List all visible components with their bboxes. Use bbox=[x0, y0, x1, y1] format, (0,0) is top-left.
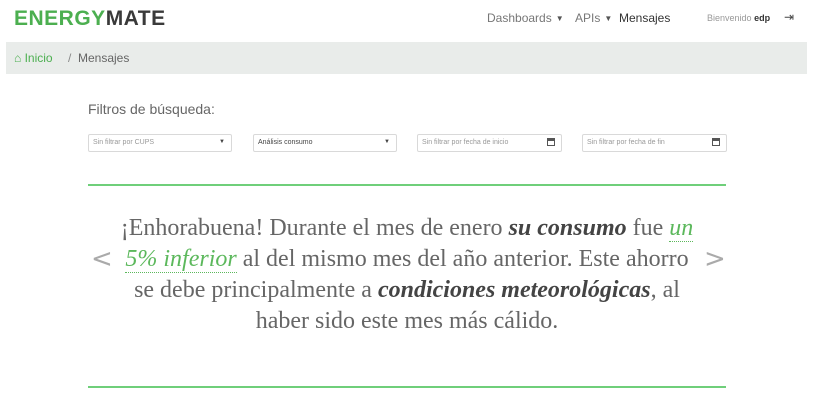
cups-select[interactable]: Sin filtrar por CUPS ▼ bbox=[88, 134, 232, 152]
nav-dashboards-label: Dashboards bbox=[487, 11, 552, 25]
caret-down-icon: ▼ bbox=[604, 14, 613, 23]
filters-title: Filtros de búsqueda: bbox=[88, 101, 215, 117]
welcome-label: Bienvenido bbox=[707, 13, 752, 23]
end-date-placeholder: Sin filtrar por fecha de fin bbox=[587, 139, 665, 146]
start-date-placeholder: Sin filtrar por fecha de inicio bbox=[422, 139, 509, 146]
brand-part-mate: MATE bbox=[105, 7, 166, 30]
brand-logo[interactable]: ENERGYMATE bbox=[14, 7, 166, 31]
message-bold-consumption: su consumo bbox=[508, 215, 627, 241]
message-bottom-divider bbox=[88, 386, 726, 388]
carousel-prev-arrow[interactable]: < bbox=[91, 244, 113, 274]
analysis-select[interactable]: Análisis consumo ▼ bbox=[253, 134, 397, 152]
nav-apis-menu[interactable]: APIs ▼ bbox=[575, 11, 612, 25]
breadcrumb-home-link[interactable]: ⌂ Inicio bbox=[14, 51, 53, 65]
breadcrumb-home-label: Inicio bbox=[24, 51, 53, 65]
home-icon: ⌂ bbox=[14, 51, 22, 65]
start-date-input[interactable]: Sin filtrar por fecha de inicio bbox=[417, 134, 562, 152]
caret-down-icon: ▼ bbox=[384, 139, 390, 145]
breadcrumb-separator: / bbox=[68, 51, 72, 65]
caret-down-icon: ▼ bbox=[555, 14, 564, 23]
breadcrumb: ⌂ Inicio / Mensajes bbox=[6, 42, 807, 74]
logout-icon[interactable]: ⇥ bbox=[784, 10, 794, 24]
message-top-divider bbox=[88, 184, 726, 186]
nav-apis-label: APIs bbox=[575, 11, 601, 25]
message-bold-reason: condiciones meteorológicas bbox=[377, 277, 651, 303]
nav-dashboards-menu[interactable]: Dashboards ▼ bbox=[487, 11, 564, 25]
breadcrumb-current: Mensajes bbox=[78, 51, 130, 65]
calendar-icon[interactable] bbox=[547, 138, 555, 146]
carousel-next-arrow[interactable]: > bbox=[704, 244, 726, 274]
analysis-select-value: Análisis consumo bbox=[258, 139, 313, 146]
calendar-icon[interactable] bbox=[712, 138, 720, 146]
caret-down-icon: ▼ bbox=[219, 139, 225, 145]
nav-mensajes-link[interactable]: Mensajes bbox=[619, 11, 670, 25]
message-part-2: fue bbox=[626, 215, 670, 241]
brand-part-energy: ENERGY bbox=[14, 7, 106, 30]
end-date-input[interactable]: Sin filtrar por fecha de fin bbox=[582, 134, 727, 152]
welcome-text: Bienvenido edp bbox=[707, 13, 770, 23]
insight-message: ¡Enhorabuena! Durante el mes de enero su… bbox=[118, 213, 696, 337]
cups-select-value: Sin filtrar por CUPS bbox=[93, 139, 155, 146]
message-part-1: ¡Enhorabuena! Durante el mes de enero bbox=[120, 215, 509, 241]
username: edp bbox=[754, 13, 771, 23]
top-navbar: ENERGYMATE Dashboards ▼ APIs ▼ Mensajes Bi… bbox=[0, 0, 814, 38]
